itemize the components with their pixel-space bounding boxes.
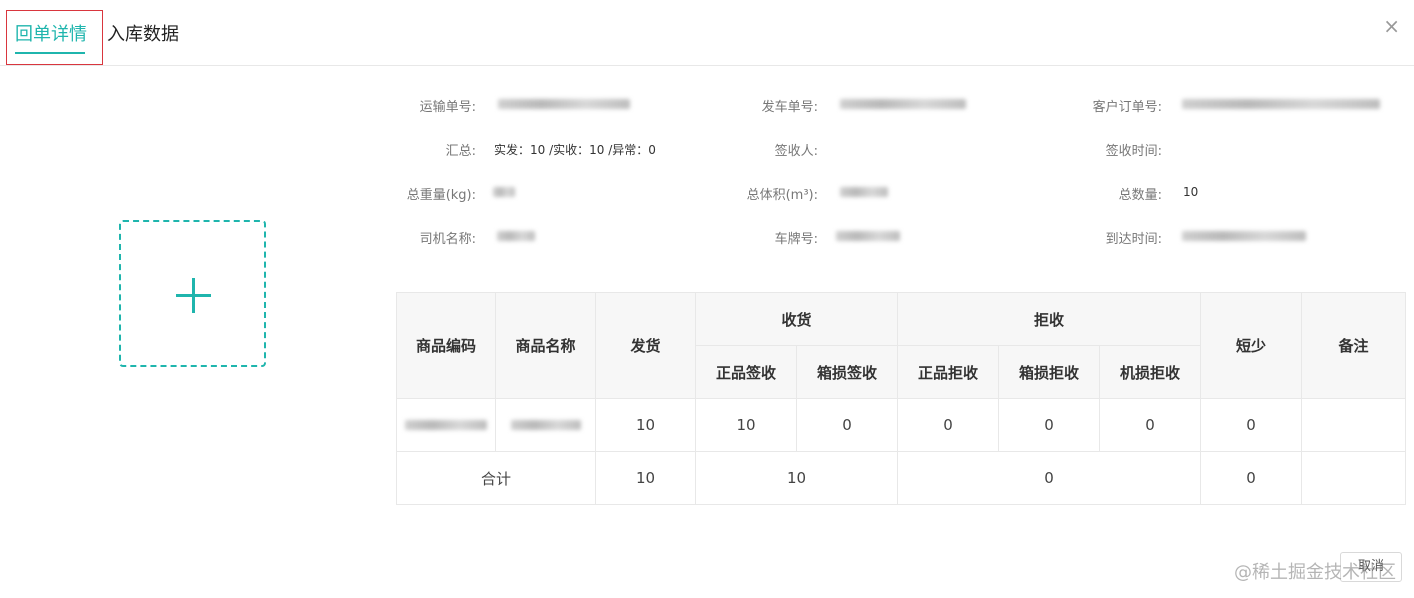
total-remark	[1301, 451, 1407, 505]
weight-value	[493, 186, 515, 200]
header-rejected: 拒收	[897, 292, 1202, 346]
driver-label: 司机名称:	[419, 232, 476, 247]
header-short: 短少	[1200, 292, 1303, 399]
dispatch-no-value	[840, 98, 966, 112]
header-shipped: 发货	[595, 292, 696, 399]
total-label: 合计	[396, 451, 596, 505]
cell-short: 0	[1200, 398, 1303, 452]
cell-rejected-box-damage: 0	[998, 398, 1101, 452]
header-rejected-box-damage: 箱损拒收	[998, 345, 1101, 399]
header-rejected-good: 正品拒收	[897, 345, 1000, 399]
table-row: 10 10 0 0 0 0 0	[396, 398, 1407, 452]
total-short: 0	[1200, 451, 1303, 505]
header-received-good: 正品签收	[695, 345, 797, 399]
tab-bar: 回单详情 入库数据 ×	[0, 0, 1414, 66]
header-rejected-machine-damage: 机损拒收	[1099, 345, 1202, 399]
cell-received-good: 10	[695, 398, 797, 452]
cell-shipped: 10	[595, 398, 696, 452]
cell-rejected-good: 0	[897, 398, 1000, 452]
transport-no-label: 运输单号:	[419, 100, 476, 115]
total-received: 10	[694, 451, 899, 505]
plus-icon	[192, 278, 195, 313]
total-rejected: 0	[897, 451, 1202, 505]
tab-label: 入库数据	[107, 24, 179, 45]
header-code: 商品编码	[396, 292, 496, 399]
arrival-value	[1182, 230, 1306, 244]
receiver-label: 签收人:	[774, 144, 818, 159]
summary-label: 汇总:	[445, 144, 476, 159]
table-total-row: 合计 10 10 0 0	[396, 451, 1407, 505]
total-shipped: 10	[595, 451, 696, 505]
arrival-label: 到达时间:	[1105, 232, 1162, 247]
quantity-value: 10	[1183, 185, 1199, 199]
volume-value	[840, 186, 888, 200]
header-received-box-damage: 箱损签收	[795, 345, 899, 399]
receive-time-label: 签收时间:	[1105, 144, 1162, 159]
quantity-label: 总数量:	[1118, 188, 1162, 203]
close-icon[interactable]: ×	[1383, 16, 1400, 36]
cell-received-box-damage: 0	[795, 398, 899, 452]
weight-label: 总重量(kg):	[406, 188, 476, 203]
dispatch-no-label: 发车单号:	[761, 100, 818, 115]
cell-name	[495, 398, 596, 452]
tab-inbound-data[interactable]: 入库数据	[107, 20, 179, 46]
cell-code	[396, 398, 496, 452]
tab-underline	[15, 52, 85, 54]
watermark: @稀土掘金技术社区	[1234, 562, 1396, 583]
tab-label: 回单详情	[15, 24, 87, 45]
driver-value	[497, 230, 535, 244]
header-received: 收货	[694, 292, 899, 346]
plate-label: 车牌号:	[774, 232, 818, 247]
plate-value	[836, 230, 900, 244]
transport-no-value	[498, 98, 630, 112]
volume-label: 总体积(m³):	[746, 188, 818, 203]
tab-receipt-detail[interactable]: 回单详情	[15, 20, 87, 54]
header-remark: 备注	[1301, 292, 1407, 399]
header-name: 商品名称	[495, 292, 596, 399]
summary-value: 实发：10 /实收：10 /异常：0	[494, 143, 656, 157]
customer-order-value	[1182, 98, 1380, 112]
upload-image-button[interactable]	[119, 220, 266, 367]
goods-table: 商品编码 商品名称 发货 收货 拒收 短少 备注 正品签收 箱损签收 正品拒收 …	[396, 292, 1407, 505]
cell-rejected-machine-damage: 0	[1099, 398, 1202, 452]
cell-remark	[1301, 398, 1407, 452]
customer-order-label: 客户订单号:	[1092, 100, 1162, 115]
